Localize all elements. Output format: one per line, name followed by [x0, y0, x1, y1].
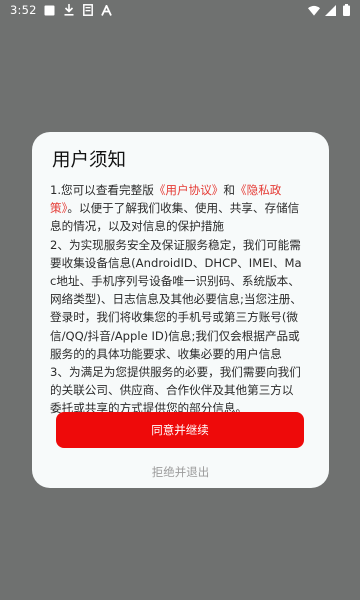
signal-icon — [324, 4, 336, 16]
notification-square-icon — [44, 4, 56, 16]
reject-exit-button[interactable]: 拒绝并退出 — [32, 464, 329, 480]
paragraph-2: 2、为实现服务安全及保证服务稳定，我们可能需要收集设备信息(AndroidID、… — [50, 237, 302, 361]
user-agreement-link[interactable]: 《用户协议》 — [154, 183, 224, 197]
document-icon — [82, 4, 94, 16]
a-letter-icon — [101, 4, 113, 16]
paragraph-1: 1.您可以查看完整版《用户协议》和《隐私政策》。以便于了解我们收集、使用、共享、… — [50, 181, 303, 236]
status-bar: 3:52 — [0, 0, 360, 20]
intro-prefix: 1.您可以查看完整版 — [50, 183, 154, 197]
agree-continue-button[interactable]: 同意并继续 — [56, 412, 304, 448]
dialog-title: 用户须知 — [52, 150, 127, 171]
and-text: 和 — [223, 183, 235, 197]
wifi-icon — [308, 4, 320, 16]
intro-suffix: 。以便于了解我们收集、使用、共享、存储信息的情况，以及对信息的保护措施 — [50, 201, 300, 234]
status-right — [308, 4, 352, 16]
download-icon — [63, 4, 75, 16]
battery-icon — [340, 4, 352, 16]
status-time: 3:52 — [10, 3, 37, 17]
status-left: 3:52 — [10, 3, 113, 17]
user-notice-dialog: 用户须知 1.您可以查看完整版《用户协议》和《隐私政策》。以便于了解我们收集、使… — [32, 132, 329, 488]
paragraph-3: 3、为满足为您提供服务的必要，我们需要向我们的关联公司、供应商、合作伙伴及其他第… — [50, 365, 301, 416]
dialog-body: 1.您可以查看完整版《用户协议》和《隐私政策》。以便于了解我们收集、使用、共享、… — [50, 181, 305, 449]
